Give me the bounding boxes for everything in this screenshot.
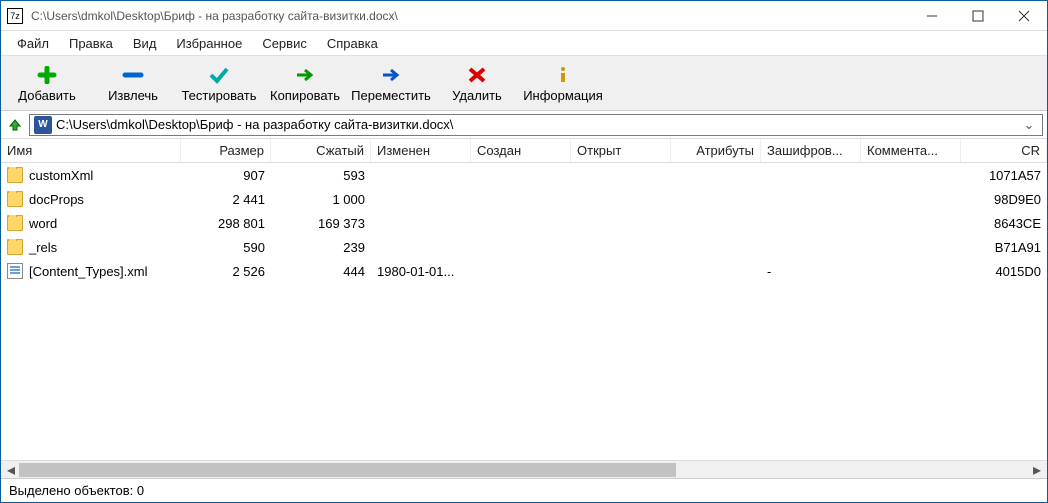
info-button[interactable]: Информация xyxy=(523,59,603,107)
cell: 4015D0 xyxy=(961,264,1047,279)
menu-file[interactable]: Файл xyxy=(7,34,59,53)
check-icon xyxy=(208,64,230,86)
file-icon xyxy=(7,263,23,279)
menu-favorites[interactable]: Избранное xyxy=(166,34,252,53)
maximize-button[interactable] xyxy=(955,1,1001,31)
horizontal-scrollbar[interactable]: ◂ ▸ xyxy=(1,460,1047,478)
up-arrow-icon xyxy=(7,117,23,133)
delete-button[interactable]: Удалить xyxy=(437,59,517,107)
file-name: docProps xyxy=(29,192,84,207)
scroll-track[interactable] xyxy=(19,463,1029,477)
extract-label: Извлечь xyxy=(108,88,158,103)
plus-icon xyxy=(36,64,58,86)
col-enc[interactable]: Зашифров... xyxy=(761,139,861,162)
scroll-thumb[interactable] xyxy=(19,463,676,477)
scroll-left-icon[interactable]: ◂ xyxy=(3,462,19,478)
path-value: C:\Users\dmkol\Desktop\Бриф - на разрабо… xyxy=(52,117,1020,132)
copy-label: Копировать xyxy=(270,88,340,103)
scroll-right-icon[interactable]: ▸ xyxy=(1029,462,1045,478)
app-7z-icon: 7z xyxy=(7,8,23,24)
window-title: C:\Users\dmkol\Desktop\Бриф - на разрабо… xyxy=(31,9,909,23)
cell: 593 xyxy=(271,168,371,183)
window-controls xyxy=(909,1,1047,31)
statusbar: Выделено объектов: 0 xyxy=(1,478,1047,502)
cell: 239 xyxy=(271,240,371,255)
folder-icon xyxy=(7,191,23,207)
table-row[interactable]: word 298 801169 373 8643CE xyxy=(1,211,1047,235)
minimize-button[interactable] xyxy=(909,1,955,31)
cell: 444 xyxy=(271,264,371,279)
col-attr[interactable]: Атрибуты xyxy=(671,139,761,162)
delete-label: Удалить xyxy=(452,88,502,103)
arrow-right-blue-icon xyxy=(380,64,402,86)
status-text: Выделено объектов: 0 xyxy=(9,483,144,498)
toolbar: Добавить Извлечь Тестировать Копировать … xyxy=(1,55,1047,111)
info-icon xyxy=(552,64,574,86)
test-label: Тестировать xyxy=(181,88,256,103)
up-button[interactable] xyxy=(5,115,25,135)
folder-icon xyxy=(7,215,23,231)
table-row[interactable]: [Content_Types].xml 2 5264441980-01-01...… xyxy=(1,259,1047,283)
column-headers: Имя Размер Сжатый Изменен Создан Открыт … xyxy=(1,139,1047,163)
move-button[interactable]: Переместить xyxy=(351,59,431,107)
cell: 1 000 xyxy=(271,192,371,207)
table-row[interactable]: customXml 907593 1071A57 xyxy=(1,163,1047,187)
table-row[interactable]: docProps 2 4411 000 98D9E0 xyxy=(1,187,1047,211)
cell: 298 801 xyxy=(181,216,271,231)
col-size[interactable]: Размер xyxy=(181,139,271,162)
file-name: [Content_Types].xml xyxy=(29,264,148,279)
col-packed[interactable]: Сжатый xyxy=(271,139,371,162)
table-row[interactable]: _rels 590239 B71A91 xyxy=(1,235,1047,259)
file-name: customXml xyxy=(29,168,93,183)
col-accessed[interactable]: Открыт xyxy=(571,139,671,162)
folder-icon xyxy=(7,167,23,183)
cell: 169 373 xyxy=(271,216,371,231)
add-button[interactable]: Добавить xyxy=(7,59,87,107)
col-crc[interactable]: CR xyxy=(961,139,1047,162)
move-label: Переместить xyxy=(351,88,431,103)
col-created[interactable]: Создан xyxy=(471,139,571,162)
col-name[interactable]: Имя xyxy=(1,139,181,162)
copy-button[interactable]: Копировать xyxy=(265,59,345,107)
cell: 1980-01-01... xyxy=(371,264,471,279)
menu-view[interactable]: Вид xyxy=(123,34,167,53)
cell: 8643CE xyxy=(961,216,1047,231)
col-comment[interactable]: Коммента... xyxy=(861,139,961,162)
path-combobox[interactable]: W C:\Users\dmkol\Desktop\Бриф - на разра… xyxy=(29,114,1043,136)
titlebar: 7z C:\Users\dmkol\Desktop\Бриф - на разр… xyxy=(1,1,1047,31)
arrow-right-green-icon xyxy=(294,64,316,86)
menubar: Файл Правка Вид Избранное Сервис Справка xyxy=(1,31,1047,55)
menu-tools[interactable]: Сервис xyxy=(252,34,317,53)
file-list: Имя Размер Сжатый Изменен Создан Открыт … xyxy=(1,139,1047,460)
cell: 98D9E0 xyxy=(961,192,1047,207)
col-modified[interactable]: Изменен xyxy=(371,139,471,162)
word-doc-icon: W xyxy=(34,116,52,134)
close-button[interactable] xyxy=(1001,1,1047,31)
cell: 2 526 xyxy=(181,264,271,279)
cell: B71A91 xyxy=(961,240,1047,255)
x-icon xyxy=(466,64,488,86)
add-label: Добавить xyxy=(18,88,75,103)
file-rows: customXml 907593 1071A57 docProps 2 4411 000… xyxy=(1,163,1047,460)
chevron-down-icon[interactable]: ⌄ xyxy=(1020,117,1038,133)
info-label: Информация xyxy=(523,88,603,103)
folder-icon xyxy=(7,239,23,255)
cell: 2 441 xyxy=(181,192,271,207)
file-name: word xyxy=(29,216,57,231)
minus-icon xyxy=(122,64,144,86)
test-button[interactable]: Тестировать xyxy=(179,59,259,107)
menu-edit[interactable]: Правка xyxy=(59,34,123,53)
extract-button[interactable]: Извлечь xyxy=(93,59,173,107)
file-name: _rels xyxy=(29,240,57,255)
pathbar: W C:\Users\dmkol\Desktop\Бриф - на разра… xyxy=(1,111,1047,139)
menu-help[interactable]: Справка xyxy=(317,34,388,53)
cell: 1071A57 xyxy=(961,168,1047,183)
cell: 590 xyxy=(181,240,271,255)
cell: - xyxy=(761,264,861,279)
cell: 907 xyxy=(181,168,271,183)
